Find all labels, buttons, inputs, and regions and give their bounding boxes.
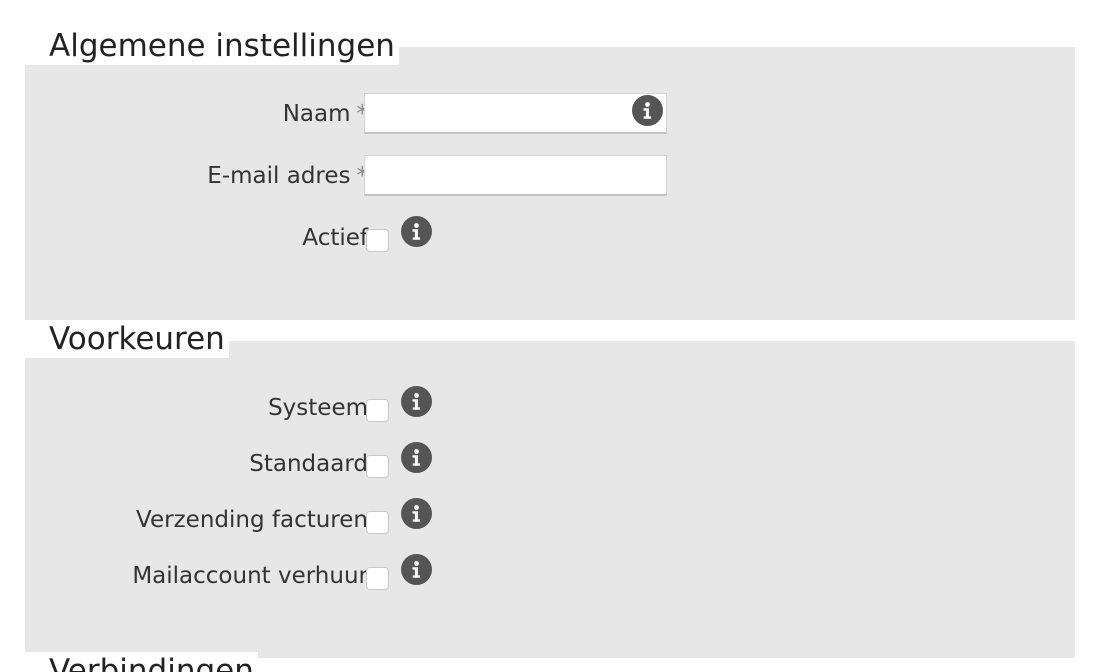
section-title-preferences: Voorkeuren xyxy=(25,320,229,358)
field-row-actief: Actief xyxy=(25,215,1075,261)
info-icon[interactable] xyxy=(401,442,432,473)
info-icon[interactable] xyxy=(401,386,432,417)
field-row-verzending-facturen: Verzending facturen xyxy=(25,497,1075,543)
field-row-standaard: Standaard xyxy=(25,441,1075,487)
standaard-label: Standaard xyxy=(249,451,368,477)
naam-input[interactable] xyxy=(364,93,667,134)
mailaccount-verhuur-label: Mailaccount verhuur xyxy=(132,563,368,589)
field-row-naam: Naam * xyxy=(25,91,1075,137)
naam-label: Naam * xyxy=(282,101,368,127)
info-icon[interactable] xyxy=(401,498,432,529)
systeem-label: Systeem xyxy=(268,395,368,421)
field-row-mailaccount-verhuur: Mailaccount verhuur xyxy=(25,553,1075,599)
actief-label: Actief xyxy=(302,225,368,251)
info-icon[interactable] xyxy=(632,95,663,126)
section-title-connections: Verbindingen xyxy=(25,652,258,672)
email-input[interactable] xyxy=(364,155,667,196)
systeem-checkbox[interactable] xyxy=(366,399,389,422)
settings-form: Algemene instellingen Naam * E-mail adres… xyxy=(0,0,1094,672)
standaard-checkbox[interactable] xyxy=(366,455,389,478)
info-icon[interactable] xyxy=(401,216,432,247)
section-title-general: Algemene instellingen xyxy=(25,27,399,65)
verzending-facturen-checkbox[interactable] xyxy=(366,511,389,534)
verzending-facturen-label: Verzending facturen xyxy=(136,507,368,533)
info-icon[interactable] xyxy=(401,554,432,585)
actief-checkbox[interactable] xyxy=(366,229,389,252)
email-label: E-mail adres * xyxy=(207,163,368,189)
field-row-email: E-mail adres * xyxy=(25,153,1075,199)
mailaccount-verhuur-checkbox[interactable] xyxy=(366,567,389,590)
field-row-systeem: Systeem xyxy=(25,385,1075,431)
